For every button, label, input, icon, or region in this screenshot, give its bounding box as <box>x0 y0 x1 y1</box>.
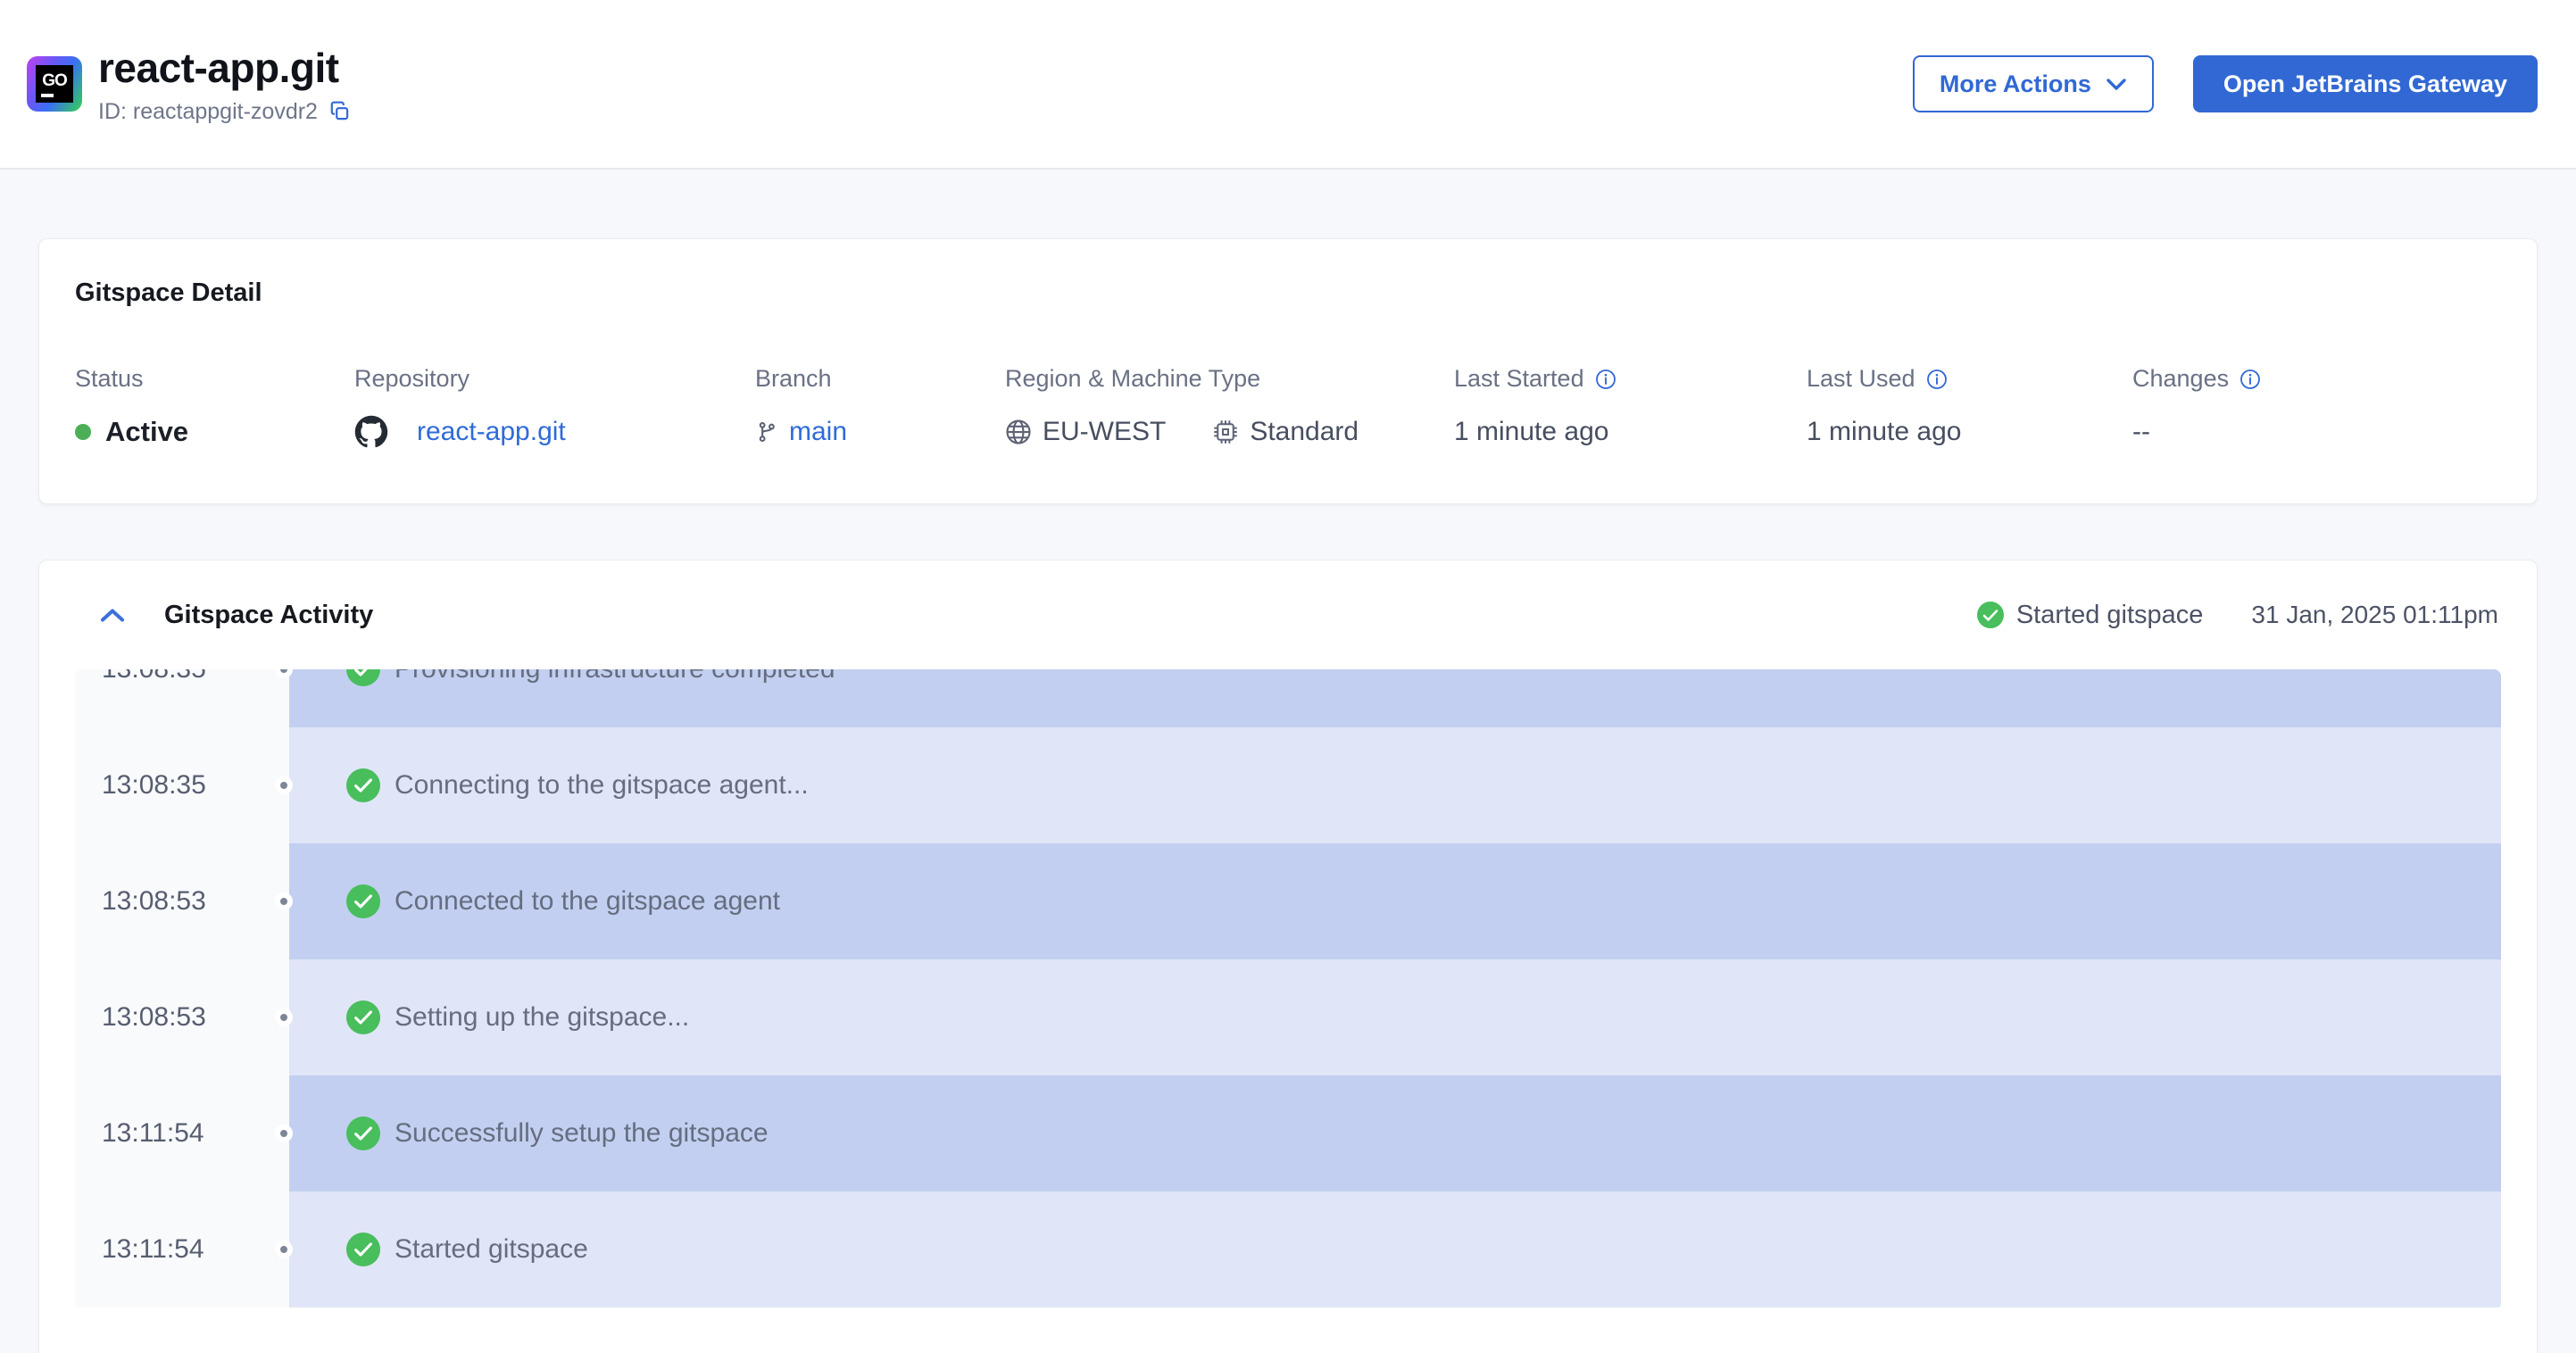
last-used-value: 1 minute ago <box>1807 417 1962 446</box>
activity-status: Started gitspace 31 Jan, 2025 01:11pm <box>1976 600 2498 630</box>
log-timestamp: 13:11:54 <box>75 1191 289 1307</box>
info-icon[interactable] <box>2239 369 2261 390</box>
header-title-group: GO react-app.git ID: reactappgit-zovdr2 <box>27 44 352 125</box>
log-message: Started gitspace <box>395 1234 588 1264</box>
branch-link[interactable]: main <box>789 417 847 447</box>
activity-log-row: 13:11:54 Started gitspace <box>75 1191 2501 1307</box>
activity-title: Gitspace Activity <box>164 600 374 629</box>
page-title: react-app.git <box>98 44 339 91</box>
chevron-up-icon <box>99 607 126 624</box>
check-circle-icon <box>346 1116 380 1150</box>
field-region-machine: Region & Machine Type EU-WEST Standard <box>1005 365 1359 446</box>
activity-log-row: 13:08:35 Connecting to the gitspace agen… <box>75 727 2501 843</box>
field-last-started: Last Started 1 minute ago <box>1454 365 1807 452</box>
globe-icon <box>1005 419 1032 445</box>
check-circle-icon <box>346 768 380 802</box>
open-jetbrains-gateway-button[interactable]: Open JetBrains Gateway <box>2192 55 2538 112</box>
check-circle-icon <box>346 1000 380 1034</box>
timeline-dot-icon <box>275 892 293 910</box>
gitspace-activity-card: Gitspace Activity Started gitspace 31 Ja… <box>38 560 2538 1353</box>
field-branch: Branch main <box>755 365 848 447</box>
info-icon[interactable] <box>1926 369 1948 390</box>
activity-log[interactable]: 13:08:35 Provisioning infrastructure com… <box>75 669 2501 1310</box>
main-content: Gitspace Detail Status Active Repository <box>0 170 2576 1353</box>
log-timestamp: 13:08:35 <box>75 727 289 843</box>
activity-log-row: 13:08:53 Connected to the gitspace agent <box>75 843 2501 959</box>
log-message: Setting up the gitspace... <box>395 1002 690 1032</box>
timeline-dot-icon <box>275 776 293 794</box>
check-circle-icon <box>346 669 380 686</box>
activity-log-row: 13:08:35 Provisioning infrastructure com… <box>75 669 2501 727</box>
status-value: Active <box>105 416 189 447</box>
log-timestamp: 13:08:53 <box>75 843 289 959</box>
activity-log-row: 13:08:53 Setting up the gitspace... <box>75 959 2501 1075</box>
timeline-dot-icon <box>275 1009 293 1026</box>
chevron-down-icon <box>2106 78 2127 91</box>
field-status: Status Active <box>75 365 189 447</box>
copy-icon[interactable] <box>328 100 352 123</box>
git-branch-icon <box>755 420 778 444</box>
check-circle-icon <box>1976 602 2004 628</box>
github-icon <box>354 415 388 449</box>
gitspace-id: ID: reactappgit-zovdr2 <box>98 98 318 124</box>
last-started-value: 1 minute ago <box>1454 417 1609 446</box>
timeline-dot-icon <box>275 1241 293 1258</box>
log-timestamp: 13:11:54 <box>75 1075 289 1191</box>
check-circle-icon <box>346 1233 380 1266</box>
field-last-used: Last Used 1 minute ago <box>1807 365 2132 452</box>
page-header: GO react-app.git ID: reactappgit-zovdr2 … <box>0 0 2576 170</box>
activity-log-row: 13:11:54 Successfully setup the gitspace <box>75 1075 2501 1191</box>
machine-type-value: Standard <box>1250 417 1359 446</box>
log-timestamp: 13:08:53 <box>75 959 289 1075</box>
activity-status-text: Started gitspace <box>2015 600 2204 629</box>
detail-card-title: Gitspace Detail <box>75 278 262 307</box>
log-message: Connecting to the gitspace agent... <box>395 770 809 800</box>
region-value: EU-WEST <box>1043 417 1167 446</box>
repository-link[interactable]: react-app.git <box>417 417 566 447</box>
check-circle-icon <box>346 884 380 918</box>
more-actions-button[interactable]: More Actions <box>1912 55 2154 112</box>
timeline-dot-icon <box>275 1125 293 1142</box>
gitspace-detail-card: Gitspace Detail Status Active Repository <box>38 238 2538 504</box>
changes-value: -- <box>2132 417 2150 446</box>
log-message: Successfully setup the gitspace <box>395 1118 769 1148</box>
active-status-dot <box>75 424 91 440</box>
goland-ide-icon: GO <box>27 56 82 112</box>
log-message: Connected to the gitspace agent <box>395 886 780 916</box>
field-changes: Changes -- <box>2132 365 2261 452</box>
log-timestamp: 13:08:35 <box>75 669 289 727</box>
log-message: Provisioning infrastructure completed <box>395 669 835 685</box>
collapse-activity-button[interactable] <box>99 607 126 624</box>
activity-date: 31 Jan, 2025 01:11pm <box>2251 601 2498 628</box>
field-repository: Repository react-app.git <box>354 365 755 452</box>
info-icon[interactable] <box>1595 369 1616 390</box>
cpu-chip-icon <box>1212 419 1239 445</box>
